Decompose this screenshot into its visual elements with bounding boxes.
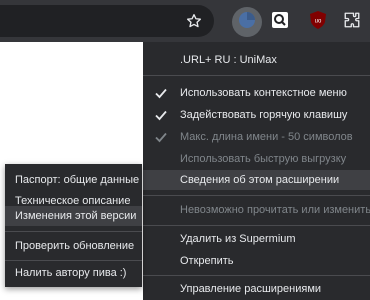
submenu-item-passport[interactable]: Паспорт: общие данные: [5, 170, 142, 190]
menu-item-hotkey[interactable]: Задействовать горячую клавишу: [143, 105, 370, 125]
address-bar[interactable]: [0, 5, 214, 37]
submenu-item-label: Изменения этой версии: [15, 210, 137, 222]
menu-separator: [143, 275, 370, 276]
menu-separator: [143, 75, 370, 76]
submenu-separator: [5, 260, 142, 261]
submenu-item-check-update[interactable]: Проверить обновление: [5, 236, 142, 256]
checkmark-icon: [155, 88, 167, 99]
submenu-item-label: Налить автору пива :): [15, 267, 127, 279]
menu-item-manage-extensions[interactable]: Управление расширениями: [143, 279, 370, 299]
ublock-origin-icon: uo: [310, 10, 326, 34]
menu-item-max-name-length: Макс. длина имени - 50 символов: [143, 127, 370, 147]
menu-item-label: Использовать контекстное меню: [180, 87, 347, 99]
screenshot-extension-button[interactable]: [265, 7, 295, 37]
menu-item-use-context-menu[interactable]: Использовать контекстное меню: [143, 83, 370, 103]
menu-item-label: Управление расширениями: [180, 283, 322, 295]
browser-window: uo .URL+ RU : UniMax Использовать контек…: [0, 0, 370, 300]
unimax-extension-button[interactable]: [232, 7, 262, 37]
submenu-item-label: Проверить обновление: [15, 240, 135, 252]
menu-item-label: Невозможно прочитать или изменить: [180, 204, 370, 216]
menu-item-label: Сведения об этом расширении: [180, 174, 340, 186]
menu-item-label: Использовать быструю выгрузку: [180, 153, 347, 165]
menu-separator: [143, 195, 370, 196]
submenu-item-label: Паспорт: общие данные: [15, 174, 140, 186]
extensions-puzzle-icon: [343, 11, 361, 34]
ublock-origin-button[interactable]: uo: [303, 7, 333, 37]
about-submenu: Паспорт: общие данные Техническое описан…: [5, 164, 142, 287]
extensions-button[interactable]: [337, 7, 367, 37]
submenu-item-donate[interactable]: Налить автору пива :): [5, 263, 142, 283]
menu-item-label: Открепить: [180, 255, 234, 267]
submenu-item-changelog[interactable]: Изменения этой версии: [5, 206, 142, 226]
checkmark-icon: [155, 132, 167, 143]
menu-header[interactable]: .URL+ RU : UniMax: [143, 50, 370, 70]
menu-item-label: Макс. длина имени - 50 символов: [180, 131, 353, 143]
browser-toolbar: uo: [0, 0, 370, 42]
menu-item-site-access: Невозможно прочитать или изменить: [143, 200, 370, 220]
menu-item-label: Задействовать горячую клавишу: [180, 109, 348, 121]
extension-name: .URL+ RU : UniMax: [180, 54, 277, 66]
menu-item-label: Удалить из Supermium: [180, 233, 296, 245]
menu-item-remove[interactable]: Удалить из Supermium: [143, 229, 370, 249]
menu-item-unpin[interactable]: Открепить: [143, 251, 370, 271]
unimax-extension-icon: [237, 10, 257, 35]
menu-item-about-extension[interactable]: Сведения об этом расширении: [143, 170, 370, 190]
extension-context-menu: .URL+ RU : UniMax Использовать контекстн…: [143, 42, 370, 300]
checkmark-icon: [155, 110, 167, 121]
screenshot-extension-icon: [271, 11, 289, 34]
star-icon[interactable]: [185, 12, 203, 30]
menu-separator: [143, 225, 370, 226]
menu-item-fast-upload: Использовать быструю выгрузку: [143, 149, 370, 169]
svg-text:uo: uo: [315, 18, 322, 24]
submenu-separator: [5, 231, 142, 232]
